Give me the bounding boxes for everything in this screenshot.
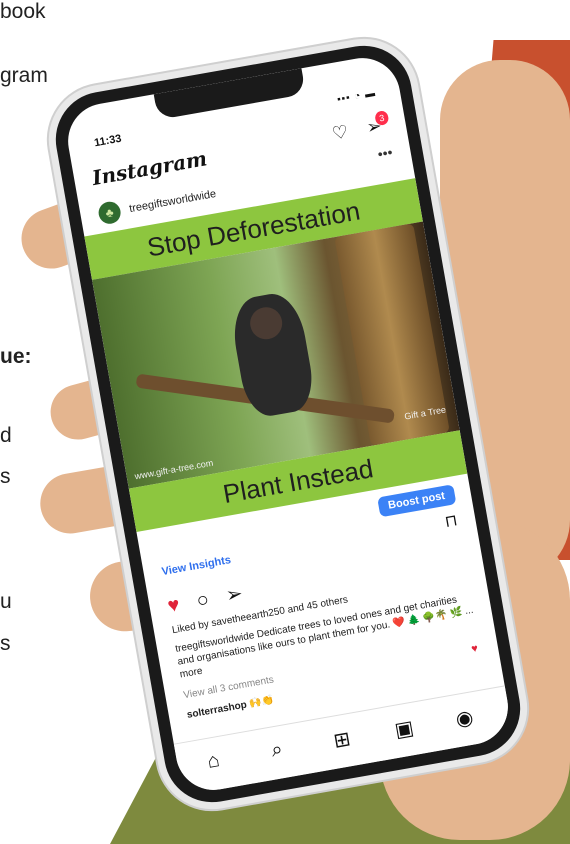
share-icon[interactable]: ➢ [224,583,244,608]
comment-like-icon[interactable]: ♥ [470,643,479,656]
account-avatar[interactable]: ♣ [96,200,123,226]
direct-message-icon[interactable]: ➢ 3 [365,110,390,138]
like-icon[interactable]: ♥ [166,594,182,618]
post-image[interactable]: Stop Deforestation www.gift-a-tree.com G… [84,178,468,532]
home-icon[interactable]: ⌂ [206,749,222,774]
comment-icon[interactable]: ○ [195,589,211,613]
side-text-line5: s [0,465,11,488]
account-name[interactable]: treegiftsworldwide [128,188,217,215]
bookmark-icon[interactable]: ⊓ [443,510,459,532]
side-text-line6: u [0,590,12,613]
commenter-name[interactable]: solterrashop 🙌👏 [186,695,275,721]
status-indicators: ▪▪▪ ◔ ▬ [336,87,377,106]
instagram-logo: Instagram [90,146,209,191]
view-insights-link[interactable]: View Insights [161,554,232,578]
more-options-icon[interactable]: ••• [376,144,393,162]
side-text-line4: d [0,424,12,447]
side-text-line7: s [0,632,11,655]
reels-icon[interactable]: ▣ [393,715,416,743]
notifications-badge: 3 [374,110,390,127]
side-text-line3: ue: [0,345,32,368]
heart-icon[interactable]: ♡ [330,121,350,144]
profile-icon[interactable]: ◉ [454,704,476,732]
search-icon[interactable]: ⌕ [270,738,285,763]
side-text-line2: gram [0,64,48,87]
side-text-line1: book [0,0,46,23]
status-time: 11:33 [93,132,123,150]
add-icon[interactable]: ⊞ [332,726,353,754]
chimpanzee-face [247,304,285,342]
